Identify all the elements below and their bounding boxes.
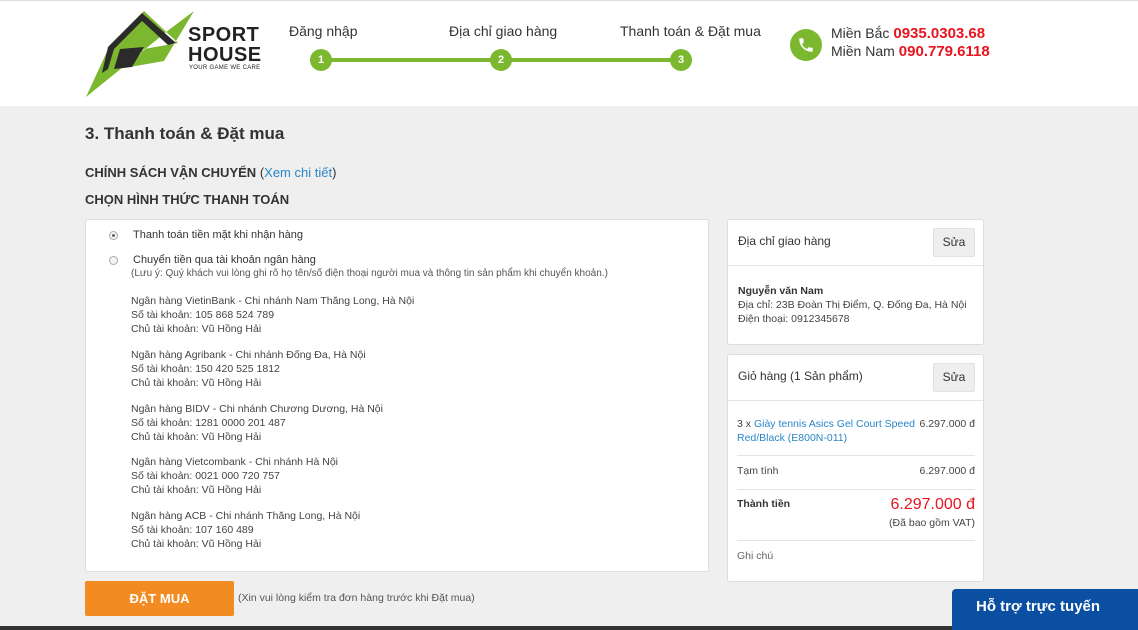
hotline-south-number[interactable]: 090.779.6118 [899, 43, 990, 60]
shipping-address-card: Địa chỉ giao hàng Sửa Nguyễn văn Nam Địa… [727, 219, 984, 345]
shipping-address-title: Địa chỉ giao hàng [738, 234, 831, 248]
logo-wordmark: SPORT HOUSE [188, 24, 262, 66]
checkout-steps: Đăng nhập Địa chỉ giao hàng Thanh toán &… [280, 21, 761, 81]
payment-methods-panel: Thanh toán tiền mặt khi nhận hàng Chuyển… [85, 219, 709, 572]
cart-item: 3 x Giày tennis Asics Gel Court Speed [737, 418, 916, 430]
cart-summary-card: Giỏ hàng (1 Sản phẩm) Sửa 3 x Giày tenni… [727, 354, 984, 582]
cart-item-variant-link[interactable]: Red/Black (E800N-011) [737, 431, 847, 445]
edit-address-button[interactable]: Sửa [933, 228, 975, 257]
step-dot-3: 3 [670, 49, 692, 71]
step-dot-1[interactable]: 1 [310, 49, 332, 71]
bank-item: Ngân hàng Vietcombank - Chi nhánh Hà Nội… [131, 456, 339, 496]
online-support-button[interactable]: Hỗ trợ trực tuyến [952, 589, 1138, 630]
cart-title: Giỏ hàng (1 Sản phẩm) [738, 369, 863, 383]
cod-radio[interactable] [109, 231, 118, 240]
step-dot-2[interactable]: 2 [490, 49, 512, 71]
step-label-address: Địa chỉ giao hàng [449, 23, 558, 39]
bank-item: Ngân hàng ACB - Chi nhánh Thăng Long, Hà… [131, 510, 361, 550]
shipping-policy-heading: CHÍNH SÁCH VẬN CHUYỂN (Xem chi tiết) [85, 165, 337, 180]
cart-item-price: 6.297.000 đ [919, 418, 975, 430]
logo-tagline: YOUR GAME WE CARE [189, 65, 261, 71]
payment-method-heading: CHỌN HÌNH THỨC THANH TOÁN [85, 192, 290, 207]
place-order-note: (Xin vui lòng kiểm tra đơn hàng trước kh… [238, 592, 475, 604]
vat-note: (Đã bao gồm VAT) [889, 517, 975, 529]
step-label-payment: Thanh toán & Đặt mua [620, 23, 761, 39]
order-notes-label[interactable]: Ghi chú [737, 549, 773, 563]
subtotal-label: Tạm tính [737, 465, 779, 477]
phone-icon [790, 29, 822, 61]
bank-transfer-note: (Lưu ý: Quý khách vui lòng ghi rõ họ tên… [131, 268, 608, 279]
bank-transfer-label[interactable]: Chuyển tiền qua tài khoản ngân hàng [133, 254, 316, 266]
shipping-policy-link[interactable]: Xem chi tiết [264, 165, 332, 180]
recipient-address: Địa chỉ: 23B Đoàn Thị Điểm, Q. Đống Đa, … [738, 299, 967, 311]
cart-item-link[interactable]: Giày tennis Asics Gel Court Speed [754, 418, 915, 430]
sport-house-logo-icon [86, 11, 194, 97]
recipient-phone: Điện thoại: 0912345678 [738, 313, 850, 325]
hotline-north: Miền Bắc 0935.0303.68 [831, 25, 986, 42]
hotline-south: Miền Nam 090.779.6118 [831, 43, 990, 60]
bank-item: Ngân hàng Agribank - Chi nhánh Đống Đa, … [131, 349, 366, 389]
divider [737, 455, 975, 456]
bank-transfer-radio[interactable] [109, 256, 118, 265]
bank-item: Ngân hàng VietinBank - Chi nhánh Nam Thă… [131, 295, 415, 335]
site-header: SPORT HOUSE YOUR GAME WE CARE Đăng nhập … [0, 0, 1138, 106]
bottom-bar [0, 626, 952, 630]
total-label: Thành tiền [737, 498, 791, 510]
logo[interactable]: SPORT HOUSE YOUR GAME WE CARE [84, 7, 264, 99]
place-order-button[interactable]: ĐẶT MUA [85, 581, 234, 616]
total-value: 6.297.000 đ [890, 496, 975, 513]
edit-cart-button[interactable]: Sửa [933, 363, 975, 392]
divider [737, 540, 975, 541]
page-title: 3. Thanh toán & Đặt mua [85, 124, 285, 143]
bank-item: Ngân hàng BIDV - Chi nhánh Chương Dương,… [131, 403, 383, 443]
divider [737, 489, 975, 490]
subtotal-value: 6.297.000 đ [919, 465, 975, 477]
cod-label[interactable]: Thanh toán tiền mặt khi nhận hàng [133, 229, 303, 241]
recipient-name: Nguyễn văn Nam [738, 285, 824, 297]
step-label-login: Đăng nhập [289, 23, 358, 39]
hotline-north-number[interactable]: 0935.0303.68 [893, 25, 985, 42]
